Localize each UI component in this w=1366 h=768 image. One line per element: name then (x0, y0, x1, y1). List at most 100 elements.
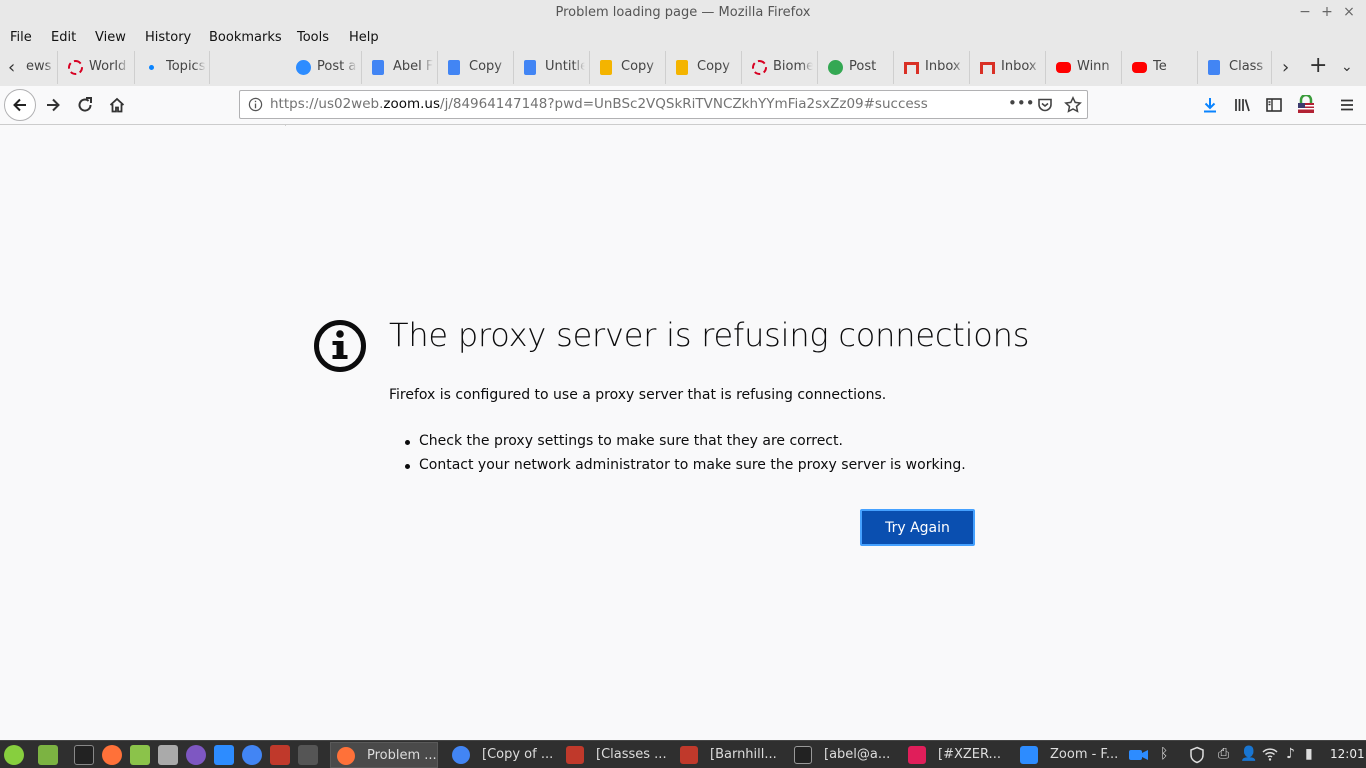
bookmark-star-icon[interactable] (1064, 96, 1082, 114)
hamburger-menu-icon[interactable] (1338, 96, 1356, 114)
reload-button[interactable] (70, 90, 100, 120)
chrome-launcher-icon[interactable] (242, 745, 262, 765)
home-icon (109, 97, 125, 113)
taskbar-window-button[interactable]: Zoom - F... (1014, 742, 1122, 768)
bluetooth-icon[interactable]: ᛒ (1160, 746, 1168, 762)
back-arrow-icon (13, 98, 26, 112)
menu-help[interactable]: Help (349, 30, 379, 45)
printer-icon[interactable]: ⎙ (1218, 746, 1229, 762)
youtube-icon (1056, 62, 1071, 73)
firefox-launcher-icon[interactable] (102, 745, 122, 765)
error-title: The proxy server is refusing connections (389, 316, 1030, 354)
volume-icon[interactable]: ♪ (1286, 746, 1295, 762)
tab[interactable]: Copy (438, 51, 514, 84)
error-page: The proxy server is refusing connections… (0, 126, 1366, 740)
info-circle-icon (314, 320, 366, 372)
files-launcher-icon[interactable] (130, 745, 150, 765)
tab[interactable]: Biome (742, 51, 818, 84)
url-bar[interactable]: https://us02web.zoom.us/j/84964147148?pw… (239, 90, 1088, 119)
zoom-tray-icon[interactable] (1128, 747, 1150, 763)
tab-label: Topics (166, 59, 206, 74)
forward-arrow-icon (47, 98, 60, 112)
tab-label: Copy (469, 59, 502, 74)
library-icon[interactable] (1233, 96, 1251, 114)
tab[interactable]: Post a (286, 51, 362, 84)
notes-launcher-icon[interactable] (270, 745, 290, 765)
back-button[interactable] (4, 89, 36, 121)
tab[interactable]: Inbox (894, 51, 970, 84)
tab-label: Biome (773, 59, 813, 74)
tab-label: Inbox (1001, 59, 1037, 74)
tab[interactable]: Class (1198, 51, 1272, 84)
menu-view[interactable]: View (95, 30, 126, 45)
home-button[interactable] (102, 90, 132, 120)
taskbar-window-label: [Barnhill... (710, 747, 777, 762)
terminal-launcher-icon[interactable] (74, 745, 94, 765)
taskbar-window-button[interactable]: [abel@a... (788, 742, 896, 768)
taskbar-window-button[interactable]: [Classes ... (560, 742, 668, 768)
slides-icon (676, 60, 688, 75)
shield-icon[interactable] (1188, 746, 1206, 764)
tab[interactable]: World (58, 51, 135, 84)
battery-icon[interactable]: ▮ (1305, 746, 1313, 762)
page-actions-icon[interactable]: ••• (1008, 94, 1035, 112)
tab[interactable]: ews (22, 51, 58, 84)
downloads-icon[interactable] (1201, 96, 1219, 114)
tab-label: Copy (621, 59, 654, 74)
minimize-button[interactable]: − (1298, 4, 1312, 20)
camera-launcher-icon[interactable] (158, 745, 178, 765)
taskbar-window-button[interactable]: [#XZER... (902, 742, 1010, 768)
extension-flag-icon[interactable] (1296, 95, 1316, 115)
red-ring-icon (68, 60, 83, 75)
tab[interactable]: Untitled (514, 51, 590, 84)
taskbar-window-label: [Copy of ... (482, 747, 554, 762)
info-icon[interactable] (248, 97, 263, 112)
scroll-tabs-right-button[interactable]: › (1282, 57, 1289, 78)
mint-menu-icon[interactable] (4, 745, 24, 765)
red-ring-icon (752, 60, 767, 75)
close-window-button[interactable]: × (1342, 4, 1356, 20)
clock[interactable]: 12:01 (1330, 747, 1365, 761)
menu-history[interactable]: History (145, 30, 191, 45)
new-tab-button[interactable]: + (1309, 53, 1327, 78)
tab-label: World (89, 59, 127, 74)
menu-bookmarks[interactable]: Bookmarks (209, 30, 282, 45)
tab[interactable]: Te (1122, 51, 1198, 84)
show-desktop-icon[interactable] (38, 745, 58, 765)
list-all-tabs-button[interactable]: ⌄ (1341, 59, 1353, 75)
tab[interactable]: Inbox (970, 51, 1046, 84)
tab[interactable]: Topics (135, 51, 210, 84)
url-text[interactable]: https://us02web.zoom.us/j/84964147148?pw… (270, 96, 928, 112)
menu-tools[interactable]: Tools (297, 30, 329, 45)
tab-label: Post a (317, 59, 357, 74)
docs-icon (372, 60, 384, 75)
tab[interactable]: Copy (590, 51, 666, 84)
try-again-button[interactable]: Try Again (860, 509, 975, 546)
user-icon[interactable]: 👤 (1240, 746, 1257, 762)
forward-button[interactable] (38, 90, 68, 120)
reload-icon (78, 97, 92, 112)
tab[interactable]: Winn (1046, 51, 1122, 84)
scroll-tabs-left-button[interactable]: ‹ (8, 57, 15, 78)
zoom-launcher-icon[interactable] (214, 745, 234, 765)
gmail-icon (904, 62, 919, 74)
tab-label: Te (1153, 59, 1167, 74)
tab[interactable]: Post (818, 51, 894, 84)
docs-icon (1208, 60, 1220, 75)
tab[interactable]: Abel F (362, 51, 438, 84)
youtube-icon (1132, 62, 1147, 73)
window-title: Problem loading page — Mozilla Firefox (555, 5, 811, 20)
taskbar-window-button[interactable]: [Barnhill... (674, 742, 782, 768)
menu-file[interactable]: File (10, 30, 32, 45)
wifi-icon[interactable] (1262, 747, 1278, 761)
menu-edit[interactable]: Edit (51, 30, 76, 45)
taskbar-window-label: [abel@a... (824, 747, 891, 762)
taskbar-window-button[interactable]: [Copy of ... (446, 742, 554, 768)
emacs-launcher-icon[interactable] (186, 745, 206, 765)
taskbar-window-button[interactable]: Problem ... (330, 742, 438, 768)
resolve-launcher-icon[interactable] (298, 745, 318, 765)
tab[interactable]: Copy (666, 51, 742, 84)
maximize-button[interactable]: + (1320, 4, 1334, 20)
pocket-icon[interactable] (1037, 97, 1053, 113)
sidebar-icon[interactable] (1265, 96, 1283, 114)
